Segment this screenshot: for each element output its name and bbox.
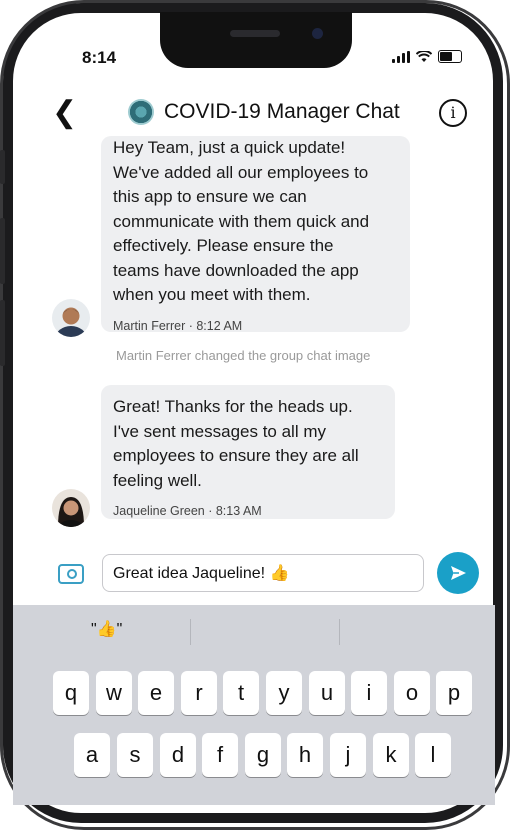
message-text: Hey Team, just a quick update! We've add…	[113, 138, 370, 304]
volume-up-button	[0, 218, 5, 284]
message-bubble[interactable]: Great! Thanks for the heads up. I've sen…	[101, 385, 395, 519]
key-k[interactable]: k	[373, 733, 409, 777]
key-i[interactable]: i	[351, 671, 387, 715]
message-meta: Jaqueline Green · 8:13 AM	[113, 504, 262, 518]
suggestion-item[interactable]: "👍"	[91, 619, 122, 639]
key-s[interactable]: s	[117, 733, 153, 777]
key-r[interactable]: r	[181, 671, 217, 715]
status-time: 8:14	[82, 48, 117, 67]
key-q[interactable]: q	[53, 671, 89, 715]
keyboard: "👍" q w e r t y u i o p a s d f g h j k …	[13, 605, 495, 805]
key-l[interactable]: l	[415, 733, 451, 777]
avatar-martin-ferrer[interactable]	[52, 299, 90, 337]
message-text: Great! Thanks for the heads up. I've sen…	[113, 397, 359, 490]
front-camera	[312, 28, 323, 39]
system-message: Martin Ferrer changed the group chat ima…	[116, 348, 371, 363]
volume-down-button	[0, 300, 5, 366]
key-g[interactable]: g	[245, 733, 281, 777]
signal-icon	[392, 51, 410, 63]
key-a[interactable]: a	[74, 733, 110, 777]
key-h[interactable]: h	[287, 733, 323, 777]
key-w[interactable]: w	[96, 671, 132, 715]
key-f[interactable]: f	[202, 733, 238, 777]
chat-title: COVID-19 Manager Chat	[164, 100, 400, 123]
camera-icon[interactable]	[58, 564, 84, 584]
status-icons	[392, 50, 462, 63]
message-bubble[interactable]: Hey Team, just a quick update! We've add…	[101, 136, 410, 333]
chat-header: ❮ COVID-19 Manager Chat i	[48, 96, 478, 136]
message-composer: Great idea Jaqueline! 👍	[48, 552, 488, 600]
back-chevron-icon[interactable]: ❮	[52, 98, 77, 128]
key-o[interactable]: o	[394, 671, 430, 715]
speaker	[230, 30, 280, 37]
wifi-icon	[416, 51, 432, 62]
key-j[interactable]: j	[330, 733, 366, 777]
notch	[160, 12, 352, 68]
message-input[interactable]: Great idea Jaqueline! 👍	[102, 554, 424, 592]
suggestion-divider	[190, 619, 191, 645]
mute-switch	[0, 150, 5, 184]
info-icon[interactable]: i	[439, 99, 467, 127]
key-e[interactable]: e	[138, 671, 174, 715]
battery-icon	[438, 50, 462, 63]
message-meta: Martin Ferrer · 8:12 AM	[113, 318, 243, 333]
send-arrow-icon	[451, 566, 466, 580]
key-d[interactable]: d	[160, 733, 196, 777]
group-chat-avatar[interactable]	[128, 99, 154, 125]
suggestion-bar: "👍"	[13, 605, 495, 657]
key-y[interactable]: y	[266, 671, 302, 715]
send-button[interactable]	[437, 552, 479, 594]
key-p[interactable]: p	[436, 671, 472, 715]
key-u[interactable]: u	[309, 671, 345, 715]
key-t[interactable]: t	[223, 671, 259, 715]
avatar-jaqueline-green[interactable]	[52, 489, 90, 527]
suggestion-divider	[339, 619, 340, 645]
